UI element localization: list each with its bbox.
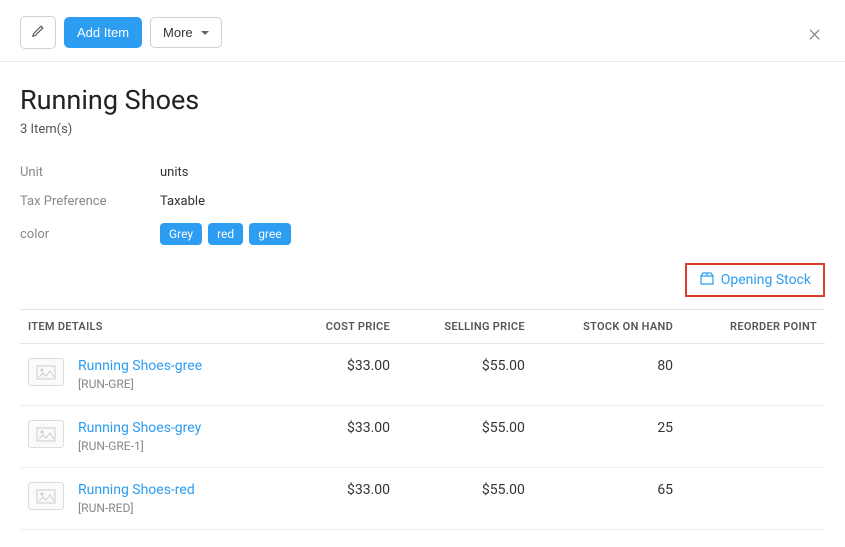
stock-on-hand-cell: 65 [533,468,681,530]
selling-price-cell: $55.00 [398,406,533,468]
cost-price-cell: $33.00 [286,468,398,530]
cost-price-cell: $33.00 [286,406,398,468]
add-item-button[interactable]: Add Item [64,17,142,48]
table-row: Running Shoes-red [RUN-RED] $33.00 $55.0… [20,468,825,530]
header-selling-price: SELLING PRICE [398,310,533,344]
color-tag[interactable]: gree [249,223,290,245]
close-icon: × [808,19,821,47]
item-cell: Running Shoes-red [RUN-RED] [28,482,278,515]
unit-label: Unit [20,165,160,180]
image-placeholder-icon [36,489,56,504]
color-tags: Grey red gree [160,223,291,245]
selling-price-cell: $55.00 [398,468,533,530]
item-thumbnail[interactable] [28,482,64,510]
item-cell: Running Shoes-grey [RUN-GRE-1] [28,420,278,453]
stock-on-hand-cell: 25 [533,406,681,468]
color-tag[interactable]: red [208,223,243,245]
header-cost-price: COST PRICE [286,310,398,344]
pencil-icon [31,24,45,41]
meta-color: color Grey red gree [20,223,825,245]
cost-price-cell: $33.00 [286,344,398,406]
color-label: color [20,227,160,242]
image-placeholder-icon [36,427,56,442]
item-name-link[interactable]: Running Shoes-gree [78,358,202,374]
more-button[interactable]: More [150,17,222,48]
items-table: ITEM DETAILS COST PRICE SELLING PRICE ST… [20,309,825,530]
item-cell: Running Shoes-gree [RUN-GRE] [28,358,278,391]
table-row: Running Shoes-grey [RUN-GRE-1] $33.00 $5… [20,406,825,468]
tax-value: Taxable [160,194,205,209]
meta-unit: Unit units [20,165,825,180]
item-thumbnail[interactable] [28,420,64,448]
page-title: Running Shoes [20,84,825,116]
box-icon [699,271,715,289]
item-name-link[interactable]: Running Shoes-grey [78,420,201,436]
opening-stock-label: Opening Stock [721,272,811,288]
table-row: Running Shoes-gree [RUN-GRE] $33.00 $55.… [20,344,825,406]
chevron-down-icon [201,31,209,35]
header-stock-on-hand: STOCK ON HAND [533,310,681,344]
reorder-point-cell [681,344,825,406]
edit-button[interactable] [20,16,56,49]
opening-stock-highlight: Opening Stock [685,263,825,297]
item-sku: [RUN-GRE-1] [78,439,201,453]
opening-stock-container: Opening Stock [20,263,825,297]
item-sku: [RUN-RED] [78,501,195,515]
meta-tax: Tax Preference Taxable [20,194,825,209]
opening-stock-link[interactable]: Opening Stock [699,271,811,289]
item-count: 3 Item(s) [20,122,825,137]
close-button[interactable]: × [804,21,825,45]
item-sku: [RUN-GRE] [78,377,202,391]
item-name-link[interactable]: Running Shoes-red [78,482,195,498]
reorder-point-cell [681,406,825,468]
item-thumbnail[interactable] [28,358,64,386]
header-reorder-point: REORDER POINT [681,310,825,344]
tax-label: Tax Preference [20,194,160,209]
selling-price-cell: $55.00 [398,344,533,406]
unit-value: units [160,165,188,180]
table-header-row: ITEM DETAILS COST PRICE SELLING PRICE ST… [20,310,825,344]
content-area: Running Shoes 3 Item(s) Unit units Tax P… [0,62,845,530]
header-item-details: ITEM DETAILS [20,310,286,344]
more-label: More [163,25,193,40]
reorder-point-cell [681,468,825,530]
color-tag[interactable]: Grey [160,223,202,245]
image-placeholder-icon [36,365,56,380]
toolbar: Add Item More × [0,0,845,62]
stock-on-hand-cell: 80 [533,344,681,406]
